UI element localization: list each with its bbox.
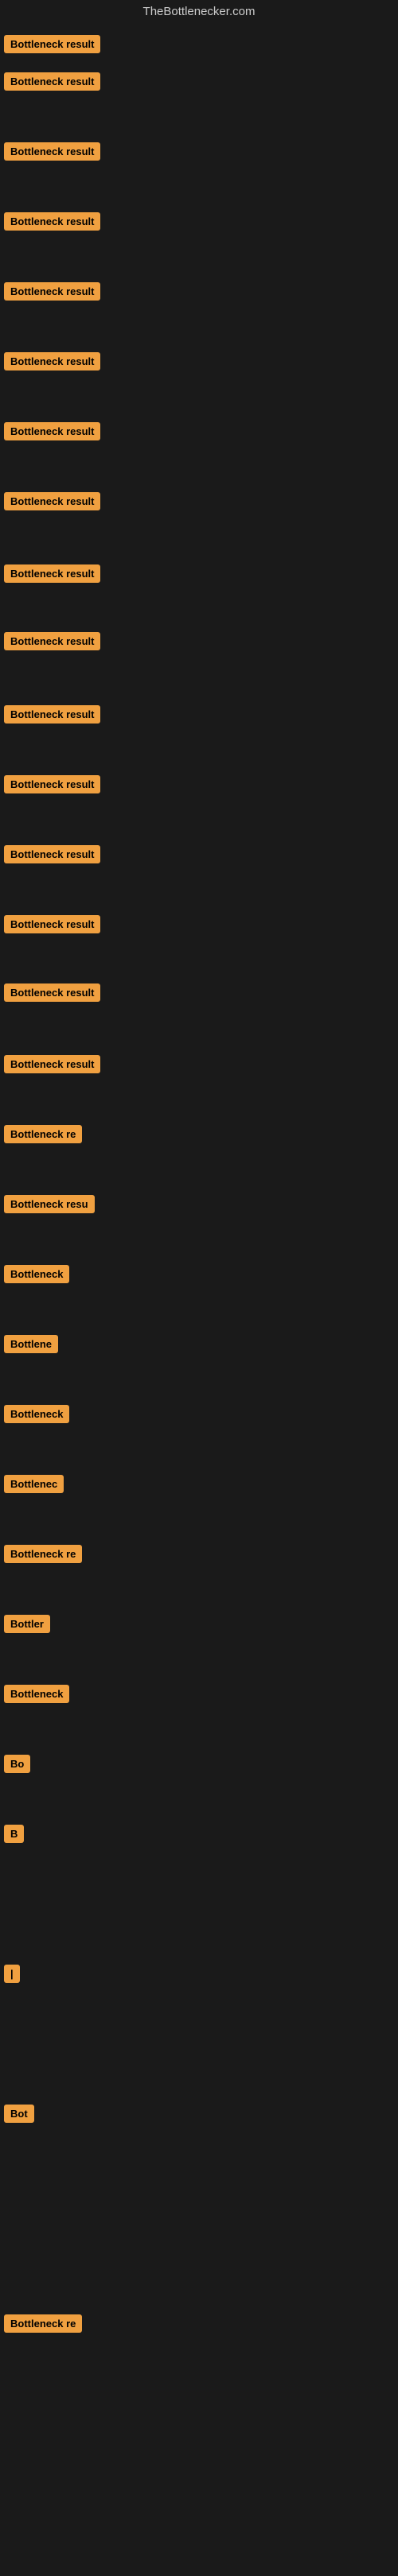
- bottleneck-badge-20[interactable]: Bottlene: [4, 1335, 58, 1353]
- result-row-3: Bottleneck result: [0, 138, 398, 194]
- result-row-14: Bottleneck result: [0, 911, 398, 967]
- result-row-18: Bottleneck resu: [0, 1191, 398, 1247]
- empty-row-37: [0, 2520, 398, 2576]
- bottleneck-badge-4[interactable]: Bottleneck result: [4, 212, 100, 231]
- bottleneck-badge-6[interactable]: Bottleneck result: [4, 352, 100, 370]
- result-row-7: Bottleneck result: [0, 418, 398, 474]
- bottleneck-badge-12[interactable]: Bottleneck result: [4, 775, 100, 793]
- bottleneck-badge-14[interactable]: Bottleneck result: [4, 915, 100, 933]
- empty-row-30: [0, 2031, 398, 2086]
- empty-row-28: [0, 1891, 398, 1946]
- bottleneck-badge-22[interactable]: Bottlenec: [4, 1475, 64, 1493]
- result-row-17: Bottleneck re: [0, 1121, 398, 1177]
- bottleneck-badge-3[interactable]: Bottleneck result: [4, 142, 100, 161]
- bottleneck-badge-1[interactable]: Bottleneck result: [4, 35, 100, 53]
- bottleneck-badge-19[interactable]: Bottleneck: [4, 1265, 69, 1283]
- results-list: Bottleneck result Bottleneck result Bottle…: [0, 23, 398, 2528]
- page-wrapper: TheBottlenecker.com Bottleneck resultBot…: [0, 0, 398, 2544]
- bottleneck-badge-8[interactable]: Bottleneck result: [4, 492, 100, 510]
- bottleneck-badge-27[interactable]: B: [4, 1825, 24, 1843]
- result-row-26: Bo: [0, 1751, 398, 1806]
- bottleneck-badge-11[interactable]: Bottleneck result: [4, 705, 100, 724]
- empty-row-35: [0, 2380, 398, 2436]
- result-row-29: |: [0, 1961, 398, 2016]
- bottleneck-badge-31[interactable]: Bot: [4, 2105, 34, 2123]
- result-row-11: Bottleneck result: [0, 701, 398, 757]
- bottleneck-badge-29[interactable]: |: [4, 1965, 20, 1983]
- bottleneck-badge-7[interactable]: Bottleneck result: [4, 422, 100, 440]
- result-row-19: Bottleneck: [0, 1261, 398, 1317]
- bottleneck-badge-21[interactable]: Bottleneck: [4, 1405, 69, 1423]
- bottleneck-badge-26[interactable]: Bo: [4, 1755, 30, 1773]
- result-row-21: Bottleneck: [0, 1401, 398, 1457]
- empty-row-32: [0, 2171, 398, 2226]
- bottleneck-badge-24[interactable]: Bottler: [4, 1615, 50, 1633]
- bottleneck-badge-5[interactable]: Bottleneck result: [4, 282, 100, 301]
- result-row-9: Bottleneck result: [0, 561, 398, 616]
- bottleneck-badge-34[interactable]: Bottleneck re: [4, 2314, 82, 2333]
- result-row-15: Bottleneck result: [0, 980, 398, 1035]
- bottleneck-badge-23[interactable]: Bottleneck re: [4, 1545, 82, 1563]
- site-title: TheBottlenecker.com: [0, 0, 398, 23]
- bottleneck-badge-10[interactable]: Bottleneck result: [4, 632, 100, 650]
- result-row-23: Bottleneck re: [0, 1541, 398, 1596]
- bottleneck-badge-25[interactable]: Bottleneck: [4, 1685, 69, 1703]
- result-row-12: Bottleneck result: [0, 771, 398, 827]
- bottleneck-badge-9[interactable]: Bottleneck result: [4, 564, 100, 583]
- result-row-5: Bottleneck result: [0, 278, 398, 334]
- bottleneck-badge-15[interactable]: Bottleneck result: [4, 983, 100, 1002]
- result-row-31: Bot: [0, 2101, 398, 2156]
- result-row-25: Bottleneck: [0, 1681, 398, 1736]
- result-row-24: Bottler: [0, 1611, 398, 1666]
- bottleneck-badge-2[interactable]: Bottleneck result: [4, 72, 100, 91]
- result-row-16: Bottleneck result: [0, 1051, 398, 1107]
- result-row-8: Bottleneck result: [0, 488, 398, 544]
- bottleneck-badge-17[interactable]: Bottleneck re: [4, 1125, 82, 1143]
- bottleneck-badge-16[interactable]: Bottleneck result: [4, 1055, 100, 1073]
- bottleneck-badge-18[interactable]: Bottleneck resu: [4, 1195, 95, 1213]
- result-row-22: Bottlenec: [0, 1471, 398, 1527]
- result-row-27: B: [0, 1821, 398, 1876]
- empty-row-33: [0, 2240, 398, 2296]
- bottleneck-badge-13[interactable]: Bottleneck result: [4, 845, 100, 863]
- result-row-20: Bottlene: [0, 1331, 398, 1387]
- result-row-6: Bottleneck result: [0, 348, 398, 404]
- result-row-2: Bottleneck result: [0, 68, 398, 124]
- result-row-34: Bottleneck re: [0, 2310, 398, 2366]
- result-row-4: Bottleneck result: [0, 208, 398, 264]
- empty-row-36: [0, 2450, 398, 2506]
- result-row-13: Bottleneck result: [0, 841, 398, 897]
- result-row-10: Bottleneck result: [0, 628, 398, 684]
